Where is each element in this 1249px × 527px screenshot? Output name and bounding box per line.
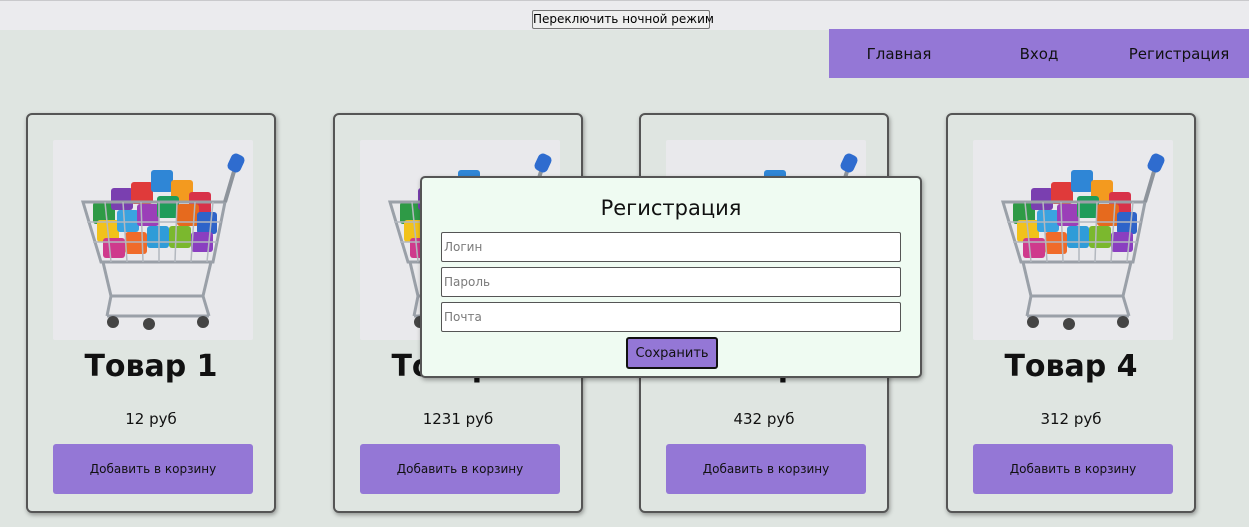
main-nav: Главная Вход Регистрация [829, 29, 1249, 78]
add-to-cart-button[interactable]: Добавить в корзину [973, 444, 1173, 494]
product-price: 1231 руб [422, 410, 494, 428]
product-title: Товар 4 [1004, 349, 1138, 384]
add-to-cart-button[interactable]: Добавить в корзину [666, 444, 866, 494]
product-price: 432 руб [733, 410, 795, 428]
shopping-cart-image [973, 140, 1173, 340]
night-mode-toggle-button[interactable]: Переключить ночной режим [532, 10, 714, 29]
nav-register-link[interactable]: Регистрация [1109, 29, 1249, 78]
shopping-cart-image [53, 140, 253, 340]
save-button[interactable]: Сохранить [626, 337, 718, 369]
product-title: Товар 1 [84, 349, 218, 384]
modal-title: Регистрация [600, 196, 742, 220]
nav-home-link[interactable]: Главная [829, 29, 969, 78]
add-to-cart-button[interactable]: Добавить в корзину [53, 444, 253, 494]
product-price: 312 руб [1040, 410, 1102, 428]
product-card: Товар 1 12 руб Добавить в корзину [26, 113, 276, 513]
registration-modal: Регистрация Сохранить [420, 176, 922, 378]
nav-login-link[interactable]: Вход [969, 29, 1109, 78]
login-input[interactable] [441, 232, 901, 262]
add-to-cart-button[interactable]: Добавить в корзину [360, 444, 560, 494]
product-price: 12 руб [125, 410, 177, 428]
password-input[interactable] [441, 267, 901, 297]
product-card: Товар 4 312 руб Добавить в корзину [946, 113, 1196, 513]
email-input[interactable] [441, 302, 901, 332]
